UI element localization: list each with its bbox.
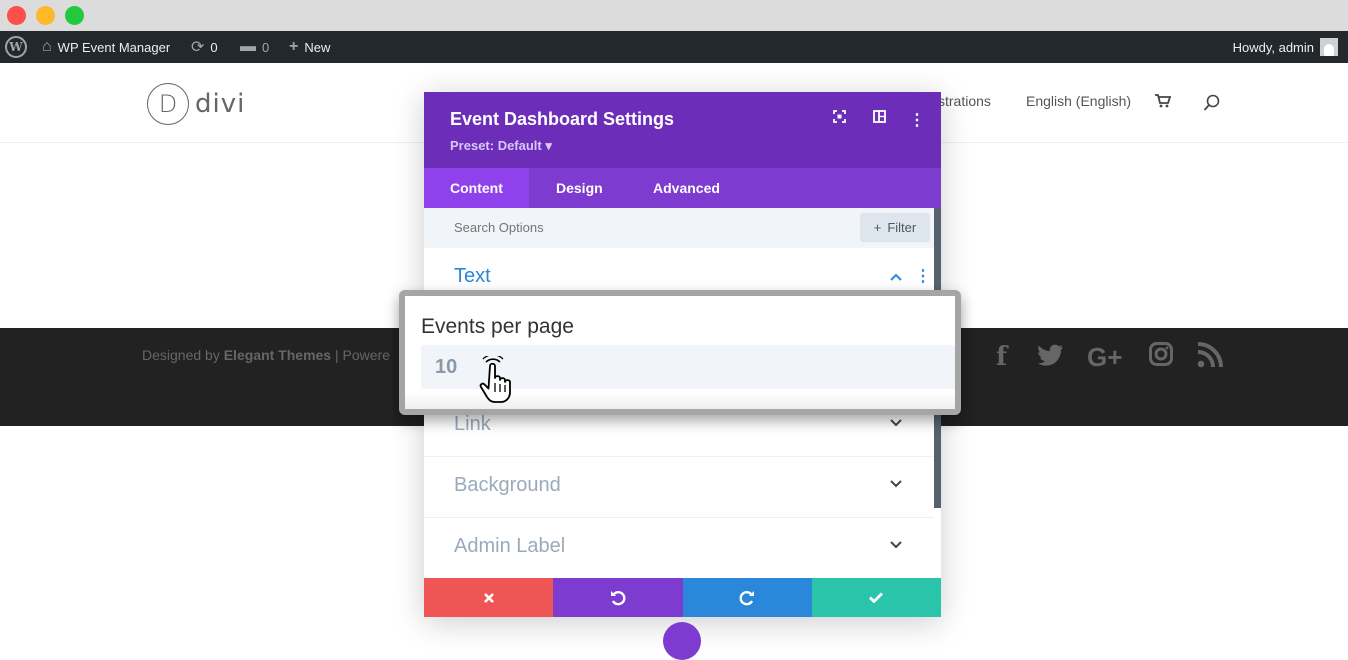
home-icon: ⌂ bbox=[42, 38, 52, 55]
filter-button[interactable]: + Filter bbox=[860, 213, 930, 242]
split-view-icon[interactable] bbox=[873, 110, 886, 128]
comment-icon: ▬ bbox=[240, 38, 256, 55]
hand-pointer-cursor-icon bbox=[479, 356, 511, 403]
wp-admin-bar: W ⌂ WP Event Manager ⟳ 0 ▬ 0 + New Howdy… bbox=[0, 31, 1348, 63]
chevron-down-icon[interactable] bbox=[890, 536, 902, 554]
site-name-label: WP Event Manager bbox=[57, 39, 171, 55]
chevron-down-icon[interactable] bbox=[890, 475, 902, 493]
minimize-window-button[interactable] bbox=[36, 6, 55, 25]
howdy-label: Howdy, admin bbox=[1232, 39, 1314, 55]
chevron-up-icon[interactable] bbox=[890, 268, 902, 286]
google-plus-icon[interactable]: G+ bbox=[1087, 342, 1122, 373]
rss-icon[interactable] bbox=[1197, 342, 1223, 375]
logo-mark: D bbox=[147, 83, 189, 125]
modal-tabs: Content Design Advanced bbox=[424, 168, 941, 208]
chevron-down-icon[interactable] bbox=[890, 414, 902, 432]
updates-menu[interactable]: ⟳ 0 bbox=[191, 31, 218, 63]
logo-text: divi bbox=[195, 89, 246, 119]
events-per-page-label: Events per page bbox=[421, 315, 574, 338]
section-admin-label[interactable]: Admin Label bbox=[424, 518, 934, 579]
tab-design[interactable]: Design bbox=[530, 168, 629, 208]
search-icon[interactable] bbox=[1203, 94, 1221, 115]
site-name-menu[interactable]: ⌂ WP Event Manager bbox=[42, 31, 170, 63]
account-menu[interactable]: Howdy, admin bbox=[1233, 31, 1338, 63]
credit-suffix: | Powere bbox=[331, 347, 390, 363]
plus-icon: + bbox=[289, 38, 299, 55]
nav-item-language[interactable]: English (English) bbox=[1026, 93, 1131, 109]
comments-count: 0 bbox=[262, 39, 270, 55]
undo-icon bbox=[610, 590, 626, 605]
modal-header: Event Dashboard Settings Preset: Default… bbox=[424, 92, 941, 168]
site-logo[interactable]: D divi bbox=[147, 83, 245, 125]
close-window-button[interactable] bbox=[7, 6, 26, 25]
undo-button[interactable] bbox=[553, 578, 683, 617]
preset-dropdown[interactable]: Preset: Default ▾ bbox=[450, 138, 552, 154]
wordpress-logo-menu[interactable]: W bbox=[5, 31, 27, 63]
search-options-bar: + Filter bbox=[424, 208, 934, 248]
redo-icon bbox=[739, 590, 755, 605]
footer-credit: Designed by Elegant Themes | Powere bbox=[142, 347, 390, 363]
builder-fab-button[interactable] bbox=[663, 622, 701, 660]
redo-button[interactable] bbox=[682, 578, 812, 617]
nav-item-registrations[interactable]: strations bbox=[938, 93, 991, 109]
cart-icon[interactable] bbox=[1155, 94, 1172, 111]
section-label: Background bbox=[454, 474, 561, 496]
facebook-icon[interactable]: f bbox=[996, 342, 1007, 372]
more-options-icon[interactable]: ⋮ bbox=[915, 266, 931, 286]
new-content-menu[interactable]: + New bbox=[289, 31, 330, 63]
filter-label: Filter bbox=[887, 220, 917, 235]
modal-action-bar bbox=[424, 578, 941, 617]
comments-menu[interactable]: ▬ 0 bbox=[240, 31, 269, 63]
search-options-input[interactable] bbox=[454, 220, 834, 235]
more-options-icon[interactable]: ⋮ bbox=[909, 110, 925, 130]
section-background[interactable]: Background bbox=[424, 457, 934, 518]
credit-prefix: Designed by bbox=[142, 347, 224, 363]
close-icon bbox=[483, 592, 494, 603]
expand-icon[interactable] bbox=[833, 110, 846, 128]
tab-content[interactable]: Content bbox=[424, 168, 529, 208]
save-button[interactable] bbox=[811, 578, 941, 617]
plus-icon: + bbox=[873, 220, 882, 235]
section-label: Text bbox=[454, 265, 491, 287]
checkmark-icon bbox=[869, 592, 884, 603]
new-label: New bbox=[304, 39, 331, 55]
tab-advanced[interactable]: Advanced bbox=[627, 168, 746, 208]
avatar bbox=[1320, 38, 1338, 56]
section-label: Link bbox=[454, 413, 491, 435]
wordpress-icon: W bbox=[5, 36, 27, 58]
instagram-icon[interactable] bbox=[1149, 342, 1173, 373]
credit-brand-link[interactable]: Elegant Themes bbox=[224, 347, 331, 363]
updates-count: 0 bbox=[210, 39, 218, 55]
discard-button[interactable] bbox=[424, 578, 554, 617]
modal-title: Event Dashboard Settings bbox=[450, 109, 675, 129]
twitter-icon[interactable] bbox=[1038, 342, 1064, 373]
updates-icon: ⟳ bbox=[191, 39, 205, 56]
window-titlebar bbox=[0, 0, 1348, 31]
maximize-window-button[interactable] bbox=[65, 6, 84, 25]
section-label: Admin Label bbox=[454, 535, 566, 557]
